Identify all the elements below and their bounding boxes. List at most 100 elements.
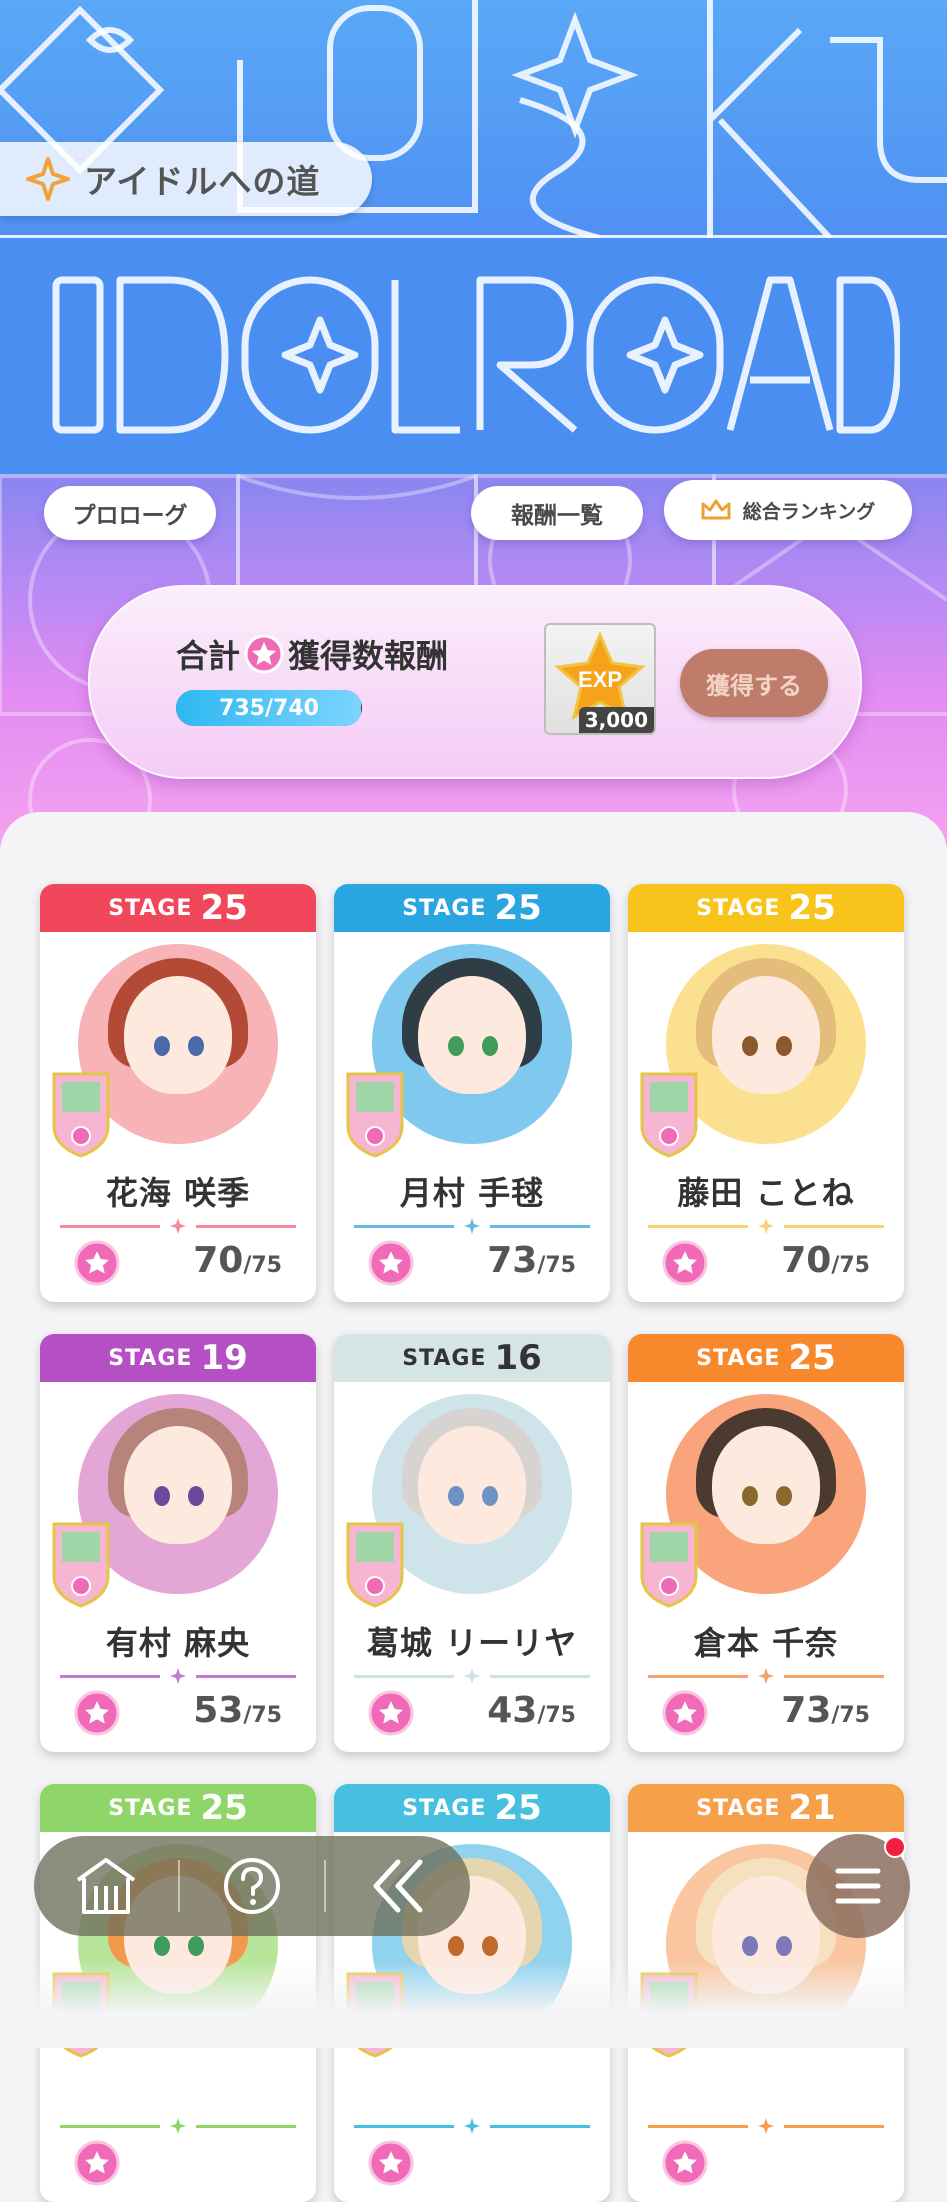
idol-eye	[188, 1486, 204, 1506]
star-coin-icon	[368, 1690, 414, 1736]
bottom-fade	[0, 1960, 947, 2048]
reward-title-suffix: 獲得数報酬	[288, 637, 449, 675]
stage-number: 25	[200, 888, 248, 928]
stage-header: STAGE 25	[628, 884, 904, 932]
ranking-button[interactable]: 総合ランキング	[664, 480, 912, 540]
idol-name: 藤田 ことね	[677, 1174, 855, 1212]
diamond-icon	[170, 1668, 186, 1684]
name-divider	[648, 1668, 884, 1684]
idol-score: 73/75	[781, 1690, 870, 1731]
back-button[interactable]	[326, 1836, 470, 1936]
reward-progress-text: 735/740	[176, 690, 362, 726]
stage-emblem-icon	[52, 1072, 110, 1158]
idol-face	[418, 976, 526, 1094]
stage-emblem-icon	[346, 1522, 404, 1608]
claim-button[interactable]: 獲得する	[680, 649, 828, 717]
stage-header: STAGE 19	[40, 1334, 316, 1382]
back-icon	[373, 1859, 423, 1913]
prologue-button[interactable]: プロローグ	[44, 486, 216, 540]
idol-eye	[482, 1936, 498, 1956]
exp-label: EXP	[578, 667, 622, 692]
idol-eye	[154, 1936, 170, 1956]
idol-eye	[448, 1486, 464, 1506]
star-coin-icon	[662, 2140, 708, 2186]
stage-emblem-icon	[346, 1072, 404, 1158]
rewards-list-button[interactable]: 報酬一覧	[471, 486, 643, 540]
crown-icon	[701, 499, 731, 520]
stage-number: 21	[788, 1788, 836, 1828]
diamond-icon	[170, 2118, 186, 2134]
stage-number: 25	[494, 1788, 542, 1828]
stage-label: STAGE	[402, 1345, 487, 1371]
idol-eye	[742, 1036, 758, 1056]
page-title-pill: アイドルへの道	[0, 142, 372, 216]
score-value: 53	[193, 1690, 244, 1731]
score-value: 70	[193, 1240, 244, 1281]
name-divider	[354, 1668, 590, 1684]
stage-label: STAGE	[108, 895, 193, 921]
score-max: /75	[243, 1703, 282, 1728]
stage-number: 25	[494, 888, 542, 928]
stage-emblem-icon	[640, 1522, 698, 1608]
idol-eye	[188, 1036, 204, 1056]
idol-eye	[482, 1036, 498, 1056]
stage-header: STAGE 16	[334, 1334, 610, 1382]
stage-emblem-icon	[640, 1072, 698, 1158]
stage-number: 25	[200, 1788, 248, 1828]
stage-label: STAGE	[696, 1345, 781, 1371]
idol-eye	[482, 1486, 498, 1506]
idol-eye	[448, 1036, 464, 1056]
stage-label: STAGE	[108, 1345, 193, 1371]
idol-card[interactable]: STAGE 25 月村 手毬 73/75	[334, 884, 610, 1302]
idol-card[interactable]: STAGE 16 葛城 リーリヤ 43/75	[334, 1334, 610, 1752]
stage-number: 16	[494, 1338, 542, 1378]
star-coin-icon	[662, 1240, 708, 1286]
name-divider	[354, 2118, 590, 2134]
reward-title: 合計 獲得数報酬	[176, 631, 448, 677]
stage-number: 25	[788, 888, 836, 928]
ranking-button-label: 総合ランキング	[742, 500, 876, 523]
help-button[interactable]	[180, 1836, 324, 1936]
diamond-icon	[464, 1218, 480, 1234]
star-coin-icon	[368, 1240, 414, 1286]
idol-eye	[154, 1036, 170, 1056]
diamond-icon	[758, 1668, 774, 1684]
idol-card[interactable]: STAGE 25 倉本 千奈 73/75	[628, 1334, 904, 1752]
stage-header: STAGE 25	[334, 884, 610, 932]
menu-button[interactable]	[806, 1834, 910, 1938]
idol-score: 73/75	[487, 1240, 576, 1281]
idol-card[interactable]: STAGE 19 有村 麻央 53/75	[40, 1334, 316, 1752]
diamond-icon	[464, 1668, 480, 1684]
stage-label: STAGE	[402, 895, 487, 921]
idolroad-logo	[52, 276, 900, 434]
notification-dot	[884, 1836, 906, 1858]
menu-icon	[835, 1868, 881, 1904]
star-coin-icon	[74, 1240, 120, 1286]
home-button[interactable]	[34, 1836, 178, 1936]
idol-name: 月村 手毬	[399, 1174, 545, 1212]
exp-reward-item[interactable]: EXP 3,000	[544, 623, 656, 735]
stage-label: STAGE	[108, 1795, 193, 1821]
star-coin-icon	[662, 1690, 708, 1736]
idol-face	[712, 976, 820, 1094]
stage-header: STAGE 21	[628, 1784, 904, 1832]
home-icon	[76, 1858, 136, 1914]
score-value: 43	[487, 1690, 538, 1731]
stage-header: STAGE 25	[334, 1784, 610, 1832]
idol-card[interactable]: STAGE 25 藤田 ことね 70/75	[628, 884, 904, 1302]
idol-score: 70/75	[781, 1240, 870, 1281]
score-max: /75	[243, 1253, 282, 1278]
stage-header: STAGE 25	[40, 1784, 316, 1832]
idol-card[interactable]: STAGE 25 花海 咲季 70/75	[40, 884, 316, 1302]
idol-face	[124, 976, 232, 1094]
stage-label: STAGE	[696, 1795, 781, 1821]
score-max: /75	[831, 1253, 870, 1278]
star-coin-icon	[368, 2140, 414, 2186]
idol-eye	[776, 1486, 792, 1506]
idol-face	[418, 1426, 526, 1544]
score-max: /75	[537, 1703, 576, 1728]
score-value: 73	[487, 1240, 538, 1281]
idol-eye	[448, 1936, 464, 1956]
diamond-icon	[170, 1218, 186, 1234]
name-divider	[354, 1218, 590, 1234]
